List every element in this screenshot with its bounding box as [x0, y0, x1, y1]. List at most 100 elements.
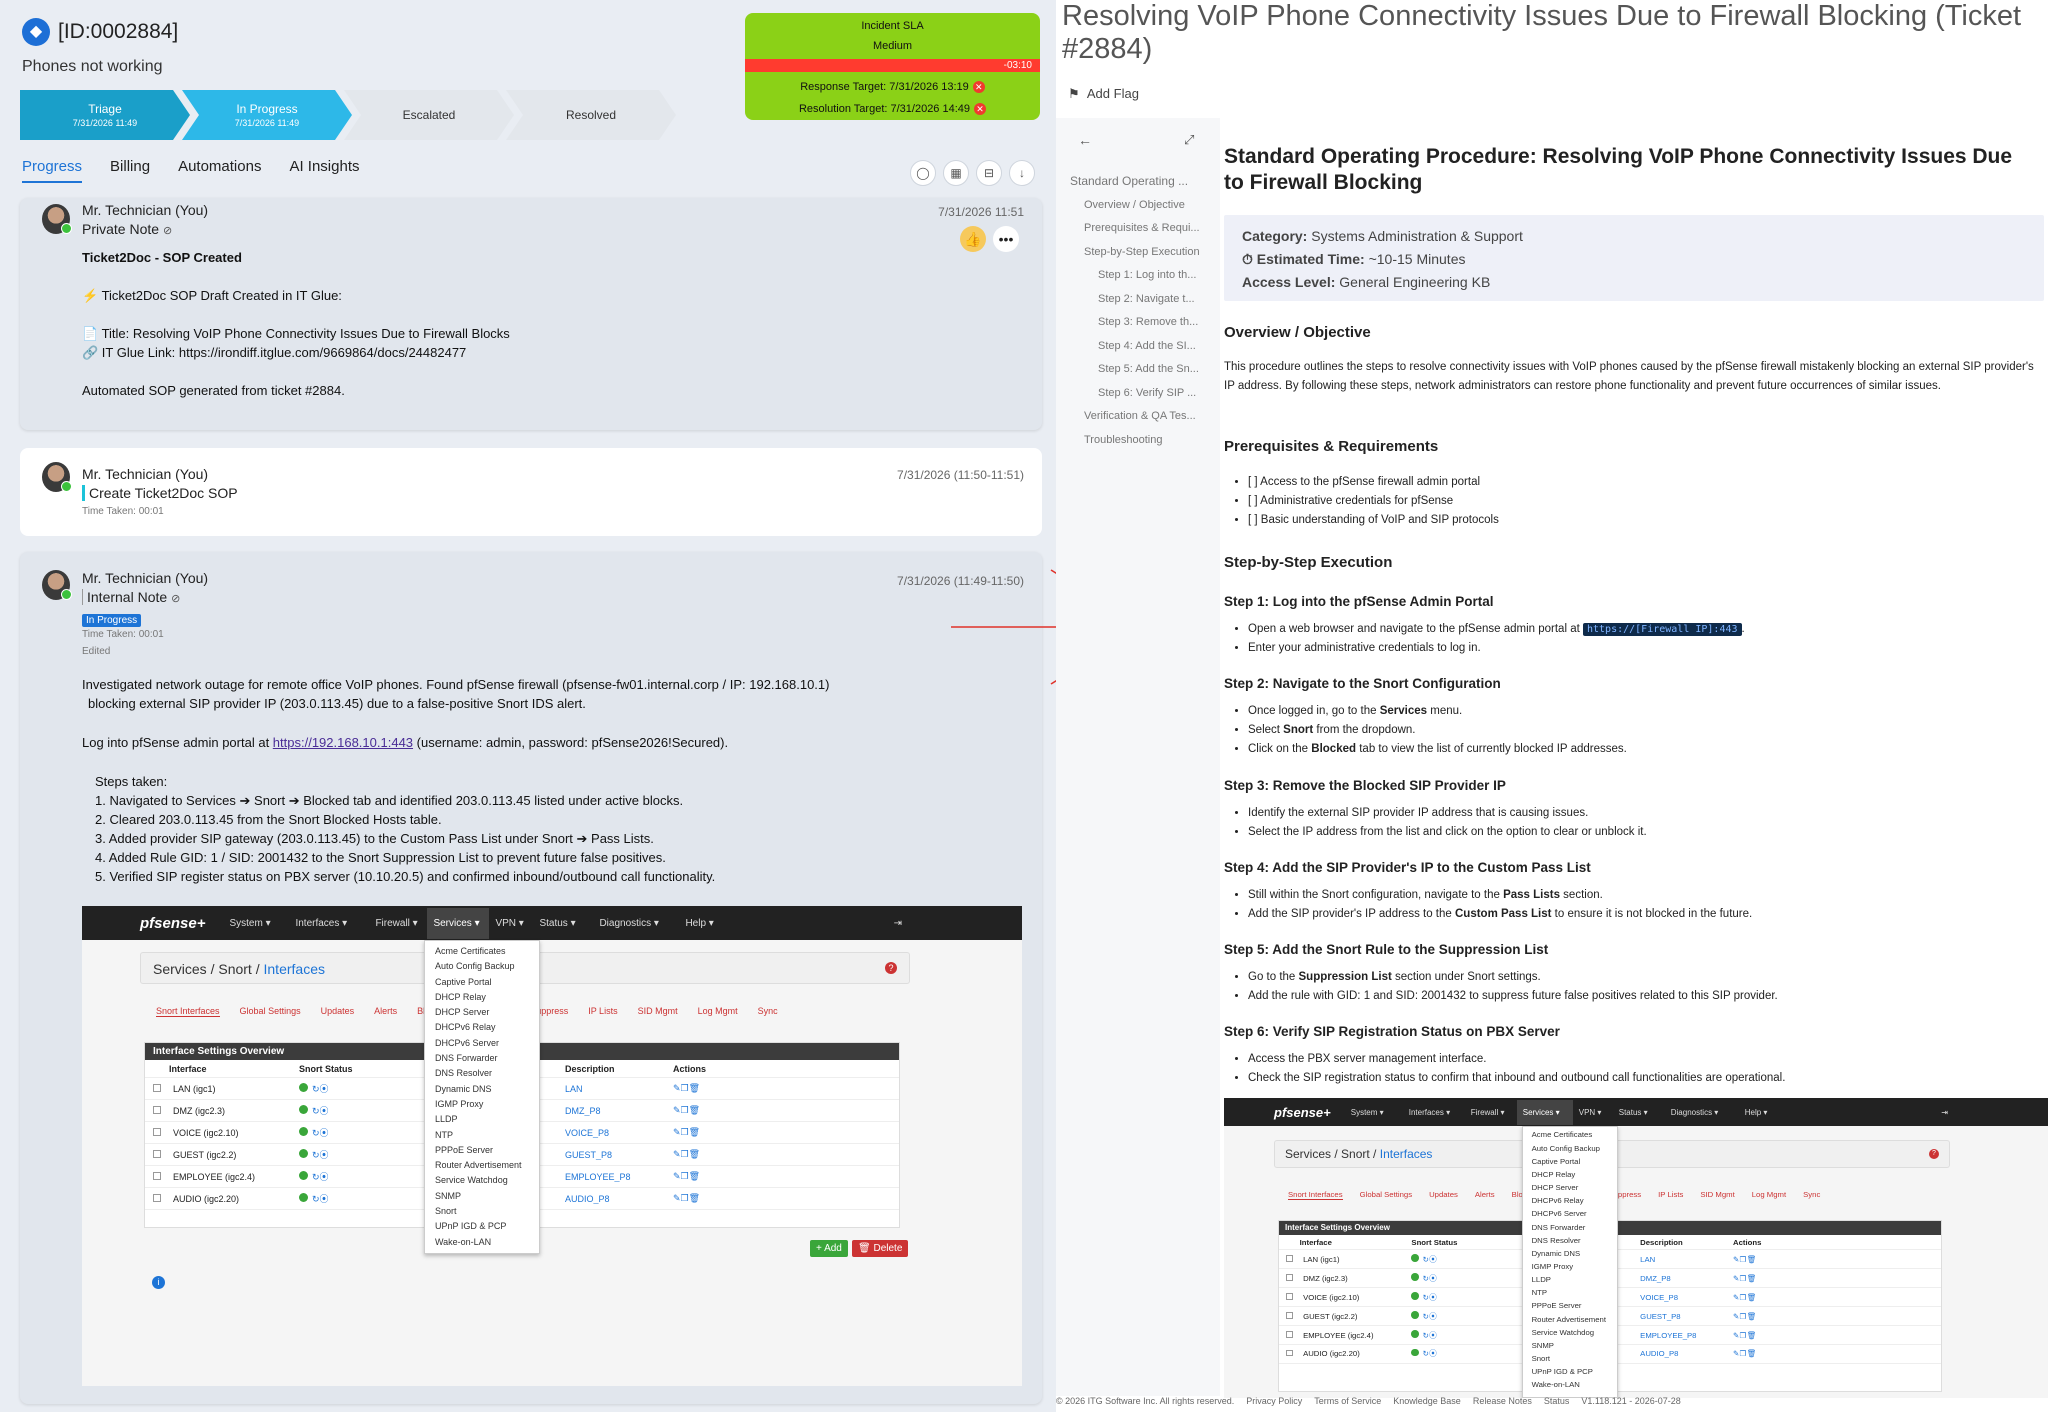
add-button[interactable]: + Add [810, 1240, 848, 1257]
nav-vpn[interactable]: VPN ▾ [495, 918, 539, 929]
snort-tab[interactable]: Alerts [374, 1006, 397, 1017]
tab-progress[interactable]: Progress [22, 158, 83, 183]
portal-link[interactable]: https://192.168.10.1:443 [273, 735, 413, 750]
toc-item[interactable]: Troubleshooting [1070, 429, 1220, 453]
breadcrumb-item[interactable]: Interfaces [1380, 1147, 1433, 1161]
delete-icon[interactable]: 🗑 [1746, 1331, 1756, 1340]
row-checkbox[interactable] [1279, 1311, 1300, 1321]
services-menu-item[interactable]: Snort [1523, 1353, 1617, 1366]
nav-diagnostics[interactable]: Diagnostics ▾ [599, 918, 685, 929]
toc-item[interactable]: Prerequisites & Requi... [1070, 217, 1220, 241]
breadcrumb-item[interactable]: Interfaces [264, 961, 325, 977]
delete-icon[interactable]: 🗑 [689, 1149, 700, 1159]
services-menu-item[interactable]: DHCP Server [1523, 1182, 1617, 1195]
services-menu-item[interactable]: IGMP Proxy [425, 1097, 539, 1112]
row-checkbox[interactable] [145, 1171, 169, 1182]
checkbox-icon[interactable] [153, 1171, 161, 1180]
services-menu-item[interactable]: Router Advertisement [1523, 1313, 1617, 1326]
checkbox-icon[interactable] [1285, 1292, 1293, 1300]
row-checkbox[interactable] [145, 1127, 169, 1138]
services-menu-item[interactable]: DNS Resolver [425, 1066, 539, 1081]
checkbox-icon[interactable] [1285, 1349, 1293, 1357]
stage-in-progress[interactable]: In Progress 7/31/2026 11:49 [182, 90, 352, 140]
toc-item[interactable]: Step 5: Add the Sn... [1070, 358, 1220, 382]
services-menu-item[interactable]: Captive Portal [425, 975, 539, 990]
tab-ai-insights[interactable]: AI Insights [289, 158, 359, 183]
services-menu-item[interactable]: Wake-on-LAN [1523, 1379, 1617, 1392]
services-menu-item[interactable]: NTP [1523, 1287, 1617, 1300]
services-menu-item[interactable]: UPnP IGD & PCP [1523, 1366, 1617, 1379]
services-menu-item[interactable]: DHCPv6 Server [425, 1036, 539, 1051]
breadcrumb-item[interactable]: Snort / [218, 961, 259, 977]
delete-button[interactable]: 🗑 Delete [852, 1240, 909, 1257]
breadcrumb-item[interactable]: Snort / [1341, 1147, 1376, 1161]
restart-icon[interactable]: ↻⦿ [312, 1150, 329, 1160]
services-menu-item[interactable]: DNS Forwarder [1523, 1221, 1617, 1234]
more-options-button[interactable]: ••• [993, 226, 1019, 252]
delete-icon[interactable]: 🗑 [689, 1193, 700, 1203]
restart-icon[interactable]: ↻⦿ [1423, 1274, 1437, 1283]
services-menu-item[interactable]: DHCPv6 Server [1523, 1208, 1617, 1221]
restart-icon[interactable]: ↻⦿ [1423, 1255, 1437, 1264]
services-menu-item[interactable]: LLDP [1523, 1274, 1617, 1287]
collapse-icon[interactable]: ⊟ [976, 160, 1002, 186]
checkbox-icon[interactable] [153, 1149, 161, 1158]
footer-link[interactable]: Privacy Policy [1246, 1396, 1302, 1406]
services-menu-item[interactable]: Auto Config Backup [425, 959, 539, 974]
delete-icon[interactable]: 🗑 [1746, 1274, 1756, 1283]
row-checkbox[interactable] [145, 1149, 169, 1160]
back-icon[interactable]: ← [1078, 132, 1092, 148]
checkbox-icon[interactable] [153, 1127, 161, 1136]
services-menu-item[interactable]: DHCP Relay [1523, 1168, 1617, 1181]
nav-system[interactable]: System ▾ [229, 918, 295, 929]
restart-icon[interactable]: ↻⦿ [1423, 1349, 1437, 1358]
delete-icon[interactable]: 🗑 [689, 1171, 700, 1181]
toc-item[interactable]: Overview / Objective [1070, 194, 1220, 218]
snort-tab[interactable]: Log Mgmt [1752, 1190, 1786, 1200]
snort-tab[interactable]: SID Mgmt [638, 1006, 678, 1017]
snort-tab[interactable]: Sync [1803, 1190, 1820, 1200]
edit-icon[interactable]: ✎ [673, 1083, 681, 1093]
checkbox-icon[interactable] [1285, 1273, 1293, 1281]
delete-icon[interactable]: 🗑 [1746, 1349, 1756, 1358]
breadcrumb-item[interactable]: Services / [153, 961, 214, 977]
services-menu-item[interactable]: Acme Certificates [1523, 1129, 1617, 1142]
add-flag-button[interactable]: ⚑ Add Flag [1068, 86, 1139, 102]
logout-icon[interactable]: ⇥ [894, 918, 902, 929]
snort-tab[interactable]: IP Lists [1658, 1190, 1683, 1200]
edit-icon[interactable]: ✎ [673, 1149, 681, 1159]
services-menu-item[interactable]: Dynamic DNS [1523, 1247, 1617, 1260]
restart-icon[interactable]: ↻⦿ [312, 1106, 329, 1116]
services-menu-item[interactable]: Captive Portal [1523, 1155, 1617, 1168]
footer-link[interactable]: Terms of Service [1314, 1396, 1381, 1406]
services-menu-item[interactable]: Dynamic DNS [425, 1082, 539, 1097]
tab-automations[interactable]: Automations [178, 158, 261, 183]
footer-link[interactable]: Release Notes [1473, 1396, 1532, 1406]
toc-item[interactable]: Step 4: Add the SI... [1070, 335, 1220, 359]
restart-icon[interactable]: ↻⦿ [312, 1172, 329, 1182]
toc-item[interactable]: Step 1: Log into th... [1070, 264, 1220, 288]
services-menu-item[interactable]: DHCP Relay [425, 990, 539, 1005]
restart-icon[interactable]: ↻⦿ [312, 1194, 329, 1204]
nav-status[interactable]: Status ▾ [1619, 1108, 1671, 1117]
footer-link[interactable]: V1.118.121 - 2026-07-28 [1581, 1396, 1680, 1406]
snort-tab[interactable]: SID Mgmt [1700, 1190, 1734, 1200]
nav-interfaces[interactable]: Interfaces ▾ [1409, 1108, 1471, 1117]
checkbox-icon[interactable] [1285, 1255, 1293, 1262]
nav-help[interactable]: Help ▾ [685, 918, 725, 929]
copy-icon[interactable]: ❐ [681, 1193, 689, 1203]
row-checkbox[interactable] [145, 1083, 169, 1094]
toc-item[interactable]: Verification & QA Tes... [1070, 405, 1220, 429]
nav-firewall[interactable]: Firewall ▾ [375, 918, 427, 929]
restart-icon[interactable]: ↻⦿ [1423, 1293, 1437, 1302]
breadcrumb-item[interactable]: Services / [1285, 1147, 1338, 1161]
nav-firewall[interactable]: Firewall ▾ [1471, 1108, 1517, 1117]
footer-link[interactable]: Status [1544, 1396, 1570, 1406]
footer-link[interactable]: Knowledge Base [1393, 1396, 1461, 1406]
copy-icon[interactable]: ❐ [681, 1105, 689, 1115]
info-icon[interactable]: i [152, 1276, 165, 1289]
snort-tab[interactable]: Log Mgmt [698, 1006, 738, 1017]
services-menu-item[interactable]: DHCPv6 Relay [425, 1020, 539, 1035]
stage-triage[interactable]: Triage 7/31/2026 11:49 [20, 90, 190, 140]
tab-billing[interactable]: Billing [110, 158, 150, 183]
